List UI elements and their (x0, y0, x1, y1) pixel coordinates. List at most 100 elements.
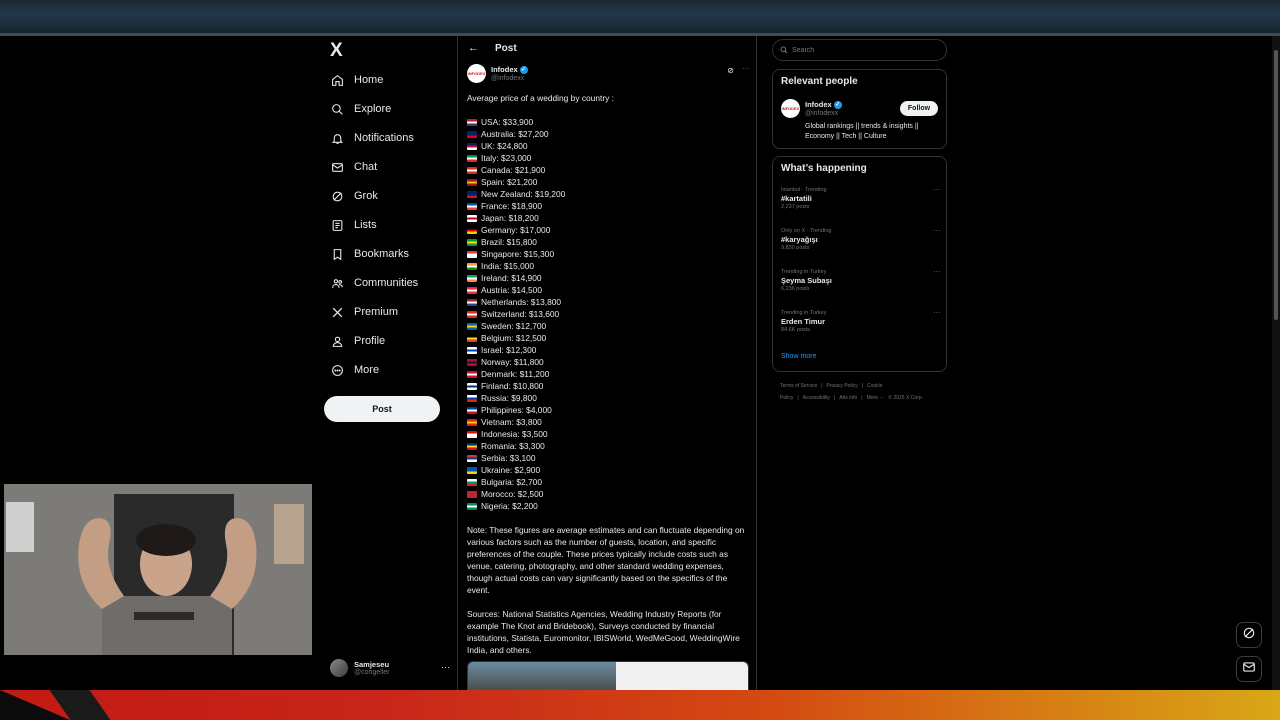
country-flag-icon (467, 443, 477, 450)
nav-label: Communities (354, 277, 419, 289)
relevant-bio: Global rankings || trends & insights || … (805, 123, 919, 140)
country-flag-icon (467, 467, 477, 474)
country-flag-icon (467, 167, 477, 174)
price-text: Indonesia: $3,500 (481, 429, 548, 439)
price-list: USA: $33,900 Australia: $27,200 UK: $24,80… (467, 116, 749, 512)
post-column: ← Post INFODEX Infodex ✓ @infodexx ⊘ ···… (457, 36, 757, 690)
country-flag-icon (467, 299, 477, 306)
country-flag-icon (467, 407, 477, 414)
price-text: Brazil: $15,800 (481, 237, 537, 247)
x-logo[interactable]: X (330, 41, 348, 60)
price-row: Ukraine: $2,900 (467, 464, 749, 476)
trend-item[interactable]: Only on X · Trending #karyağışı 9,830 po… (781, 226, 941, 251)
author-handle[interactable]: @infodexx (491, 75, 524, 82)
nav-bookmarks[interactable]: Bookmarks (330, 241, 409, 267)
country-flag-icon (467, 359, 477, 366)
price-row: UK: $24,800 (467, 140, 749, 152)
country-flag-icon (467, 119, 477, 126)
country-flag-icon (467, 251, 477, 258)
price-row: Switzerland: $13,600 (467, 308, 749, 320)
price-text: Singapore: $15,300 (481, 249, 555, 259)
country-flag-icon (467, 239, 477, 246)
price-row: Finland: $10,800 (467, 380, 749, 392)
footer-link[interactable]: © 2025 X Corp. (888, 395, 923, 401)
follow-button[interactable]: Follow (900, 101, 938, 116)
list-icon (330, 218, 344, 232)
price-row: Brazil: $15,800 (467, 236, 749, 248)
bookmark-icon (330, 247, 344, 261)
avatar (330, 659, 348, 677)
mail-icon (1242, 660, 1256, 679)
more-dots-icon[interactable]: ··· (933, 185, 941, 194)
post-button[interactable]: Post (324, 396, 440, 422)
price-text: Morocco: $2,500 (481, 489, 544, 499)
country-flag-icon (467, 347, 477, 354)
communities-icon (330, 276, 344, 290)
nav-premium[interactable]: Premium (330, 299, 398, 325)
nav-label: Explore (354, 103, 392, 115)
account-name: Samjeseu (354, 660, 390, 669)
trend-item[interactable]: Istanbul · Trending #kartatili 2,237 pos… (781, 185, 941, 210)
author-name[interactable]: Infodex ✓ (491, 65, 528, 74)
grok-icon (330, 189, 344, 203)
nav-explore[interactable]: Explore (330, 96, 391, 122)
footer-link[interactable]: More ··· (867, 395, 885, 401)
nav-notifications[interactable]: Notifications (330, 125, 414, 151)
nav-lists[interactable]: Lists (330, 212, 377, 238)
footer-link[interactable]: Privacy Policy (827, 383, 858, 389)
more-dots-icon[interactable]: ··· (933, 308, 941, 317)
relevant-name[interactable]: Infodex ✓ (805, 100, 842, 109)
footer-link[interactable]: Ads info (839, 395, 857, 401)
avatar[interactable]: INFODEX (781, 99, 800, 118)
trend-item[interactable]: Trending in Turkey Şeyma Subaşı 6,236 po… (781, 267, 941, 292)
price-text: Sweden: $12,700 (481, 321, 547, 331)
price-text: Israel: $12,300 (481, 345, 537, 355)
price-text: Netherlands: $13,800 (481, 297, 562, 307)
trend-item[interactable]: Trending in Turkey Erden Timur 84.6K pos… (781, 308, 941, 333)
footer-link[interactable]: Accessibility (803, 395, 830, 401)
footer-separator: | (797, 395, 799, 401)
price-text: Philippines: $4,000 (481, 405, 552, 415)
grok-icon[interactable]: ⊘ (727, 66, 734, 75)
country-flag-icon (467, 371, 477, 378)
price-row: Singapore: $15,300 (467, 248, 749, 260)
relevant-handle[interactable]: @infodexx (805, 110, 838, 117)
search-input[interactable] (792, 46, 932, 54)
price-text: Switzerland: $13,600 (481, 309, 560, 319)
post-text: Average price of a wedding by country : … (467, 92, 749, 656)
messages-floating-button[interactable] (1236, 656, 1262, 682)
search-box[interactable] (772, 39, 947, 61)
author-avatar[interactable]: INFODEX (467, 64, 486, 83)
more-dots-icon[interactable]: ··· (933, 267, 941, 276)
card-title: What’s happening (781, 163, 867, 174)
country-flag-icon (467, 143, 477, 150)
show-more-link[interactable]: Show more (781, 353, 816, 360)
price-row: USA: $33,900 (467, 116, 749, 128)
nav-grok[interactable]: Grok (330, 183, 378, 209)
country-flag-icon (467, 131, 477, 138)
scrollbar-thumb[interactable] (1274, 50, 1278, 320)
price-text: Australia: $27,200 (481, 129, 549, 139)
nav-chat[interactable]: Chat (330, 154, 377, 180)
account-switcher[interactable]: Samjeseu @congeller ··· (330, 656, 450, 680)
footer-separator: | (821, 383, 823, 389)
price-row: Russia: $9,800 (467, 392, 749, 404)
grok-floating-button[interactable] (1236, 622, 1262, 648)
country-flag-icon (467, 155, 477, 162)
price-text: Spain: $21,200 (481, 177, 538, 187)
nav-home[interactable]: Home (330, 67, 383, 93)
post-media[interactable] (467, 661, 749, 690)
nav-communities[interactable]: Communities (330, 270, 418, 296)
price-row: Spain: $21,200 (467, 176, 749, 188)
mail-icon (330, 160, 344, 174)
back-arrow-icon[interactable]: ← (468, 42, 479, 54)
footer-link[interactable]: Terms of Service (780, 383, 817, 389)
post-header: ← Post (458, 36, 758, 62)
more-dots-icon[interactable]: ··· (933, 226, 941, 235)
nav-more[interactable]: More (330, 357, 379, 383)
price-text: New Zealand: $19,200 (481, 189, 566, 199)
nav-profile[interactable]: Profile (330, 328, 385, 354)
scrollbar[interactable] (1272, 36, 1280, 690)
more-dots-icon[interactable]: ··· (742, 64, 750, 73)
nav-label: Grok (354, 190, 378, 202)
